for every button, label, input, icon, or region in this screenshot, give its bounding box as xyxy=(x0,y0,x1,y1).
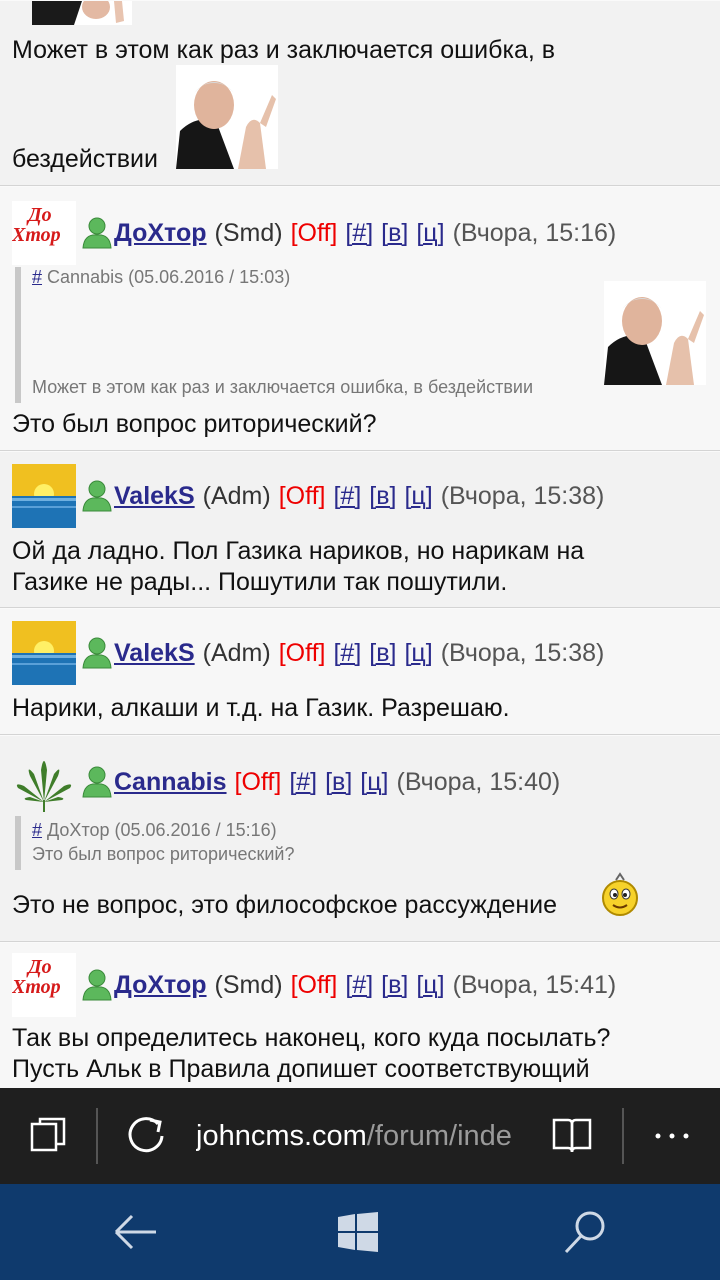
zhirinovsky-image xyxy=(176,65,278,169)
user-avatar: До Хтор xyxy=(12,953,76,1017)
status-off: [Off] xyxy=(234,767,282,796)
reading-view-icon[interactable] xyxy=(550,1116,594,1156)
user-icon xyxy=(82,766,112,798)
forum-feed[interactable]: Может в этом как раз и заключается ошибк… xyxy=(0,0,720,1088)
forum-post: ValekS (Adm) [Off] [#] [в] [ц] (Вчора, 1… xyxy=(0,608,720,735)
user-nick-link[interactable]: ValekS xyxy=(114,639,195,668)
address-bar[interactable]: johncms.com/forum/inde xyxy=(196,1112,526,1160)
quote-header: # ДоХтор (05.06.2016 / 15:16) xyxy=(32,820,277,841)
system-navigation-bar xyxy=(0,1184,720,1280)
post-anchor-link[interactable]: [#] xyxy=(345,971,373,1000)
user-icon xyxy=(82,480,112,512)
user-role: (Adm) xyxy=(202,481,271,510)
quote-author: Cannabis (05.06.2016 / 15:03) xyxy=(47,267,291,287)
back-icon[interactable] xyxy=(112,1212,160,1252)
forum-post: До Хтор ДоХтор (Smd) [Off] [#] [в] [ц] (… xyxy=(0,186,720,451)
quote-link[interactable]: [ц] xyxy=(416,219,444,248)
url-path: /forum/inde xyxy=(366,1120,512,1152)
post-time: (Вчора, 15:41) xyxy=(452,970,617,999)
search-icon[interactable] xyxy=(562,1208,608,1256)
avatar-text: До xyxy=(28,956,52,978)
post-anchor-link[interactable]: [#] xyxy=(289,768,317,797)
forum-post: ValekS (Adm) [Off] [#] [в] [ц] (Вчора, 1… xyxy=(0,451,720,608)
status-off: [Off] xyxy=(278,481,326,510)
post-message-line: Пусть Альк в Правила допишет соответству… xyxy=(12,1055,590,1083)
smiley-icon xyxy=(602,872,638,916)
zhirinovsky-image xyxy=(604,281,706,385)
post-time: (Вчора, 15:40) xyxy=(396,767,561,796)
user-icon xyxy=(82,969,112,1001)
more-icon[interactable] xyxy=(652,1128,692,1144)
avatar-text: До xyxy=(28,204,52,226)
post-message: Нарики, алкаши и т.д. на Газик. Разрешаю… xyxy=(12,694,510,722)
status-off: [Off] xyxy=(290,970,338,999)
reply-link[interactable]: [в] xyxy=(369,639,396,668)
status-off: [Off] xyxy=(278,638,326,667)
thumbnail-image xyxy=(32,1,132,25)
post-header: Cannabis [Off] [#] [в] [ц] (Вчора, 15:40… xyxy=(12,750,560,814)
user-icon xyxy=(82,637,112,669)
user-role: (Smd) xyxy=(214,970,283,999)
user-role: (Adm) xyxy=(202,638,271,667)
quote-anchor-link[interactable]: # xyxy=(32,820,42,840)
quote-block: # ДоХтор (05.06.2016 / 15:16) Это был во… xyxy=(15,816,632,870)
post-time: (Вчора, 15:38) xyxy=(440,481,605,510)
url-host: johncms.com xyxy=(196,1120,367,1152)
quote-link[interactable]: [ц] xyxy=(404,639,432,668)
toolbar-separator xyxy=(622,1108,624,1164)
user-nick-link[interactable]: ДоХтор xyxy=(114,971,207,1000)
quote-link[interactable]: [ц] xyxy=(416,971,444,1000)
forum-post: До Хтор ДоХтор (Smd) [Off] [#] [в] [ц] (… xyxy=(0,942,720,1088)
forum-post: Cannabis [Off] [#] [в] [ц] (Вчора, 15:40… xyxy=(0,735,720,942)
browser-toolbar: johncms.com/forum/inde xyxy=(0,1088,720,1184)
avatar-text: Хтор xyxy=(12,224,61,246)
reply-link[interactable]: [в] xyxy=(325,768,352,797)
user-avatar xyxy=(12,464,76,528)
post-message: Это не вопрос, это философское рассужден… xyxy=(12,891,558,919)
reply-link[interactable]: [в] xyxy=(381,971,408,1000)
post-message-line: Может в этом как раз и заключается ошибк… xyxy=(12,36,556,64)
post-message-line: Так вы определитесь наконец, кого куда п… xyxy=(12,1024,611,1052)
windows-start-icon[interactable] xyxy=(338,1212,378,1252)
post-message-line: Газике не рады... Пошутили так пошутили. xyxy=(12,568,508,596)
forum-post: Может в этом как раз и заключается ошибк… xyxy=(0,0,720,186)
post-time: (Вчора, 15:38) xyxy=(440,638,605,667)
quote-anchor-link[interactable]: # xyxy=(32,267,42,287)
post-header: ValekS (Adm) [Off] [#] [в] [ц] (Вчора, 1… xyxy=(12,464,604,528)
quote-header: # Cannabis (05.06.2016 / 15:03) xyxy=(32,267,290,288)
post-message-line: Ой да ладно. Пол Газика нариков, но нари… xyxy=(12,537,585,565)
post-message: Это был вопрос риторический? xyxy=(12,410,377,438)
refresh-icon[interactable] xyxy=(124,1114,168,1158)
post-anchor-link[interactable]: [#] xyxy=(345,219,373,248)
user-nick-link[interactable]: ValekS xyxy=(114,482,195,511)
post-message-line: бездействии xyxy=(12,145,158,173)
user-role: (Smd) xyxy=(214,218,283,247)
quote-text: Может в этом как раз и заключается ошибк… xyxy=(32,377,534,397)
user-avatar xyxy=(12,621,76,685)
quote-text: Это был вопрос риторический? xyxy=(32,844,295,864)
post-anchor-link[interactable]: [#] xyxy=(333,482,361,511)
quote-link[interactable]: [ц] xyxy=(360,768,388,797)
post-header: До Хтор ДоХтор (Smd) [Off] [#] [в] [ц] (… xyxy=(12,953,616,1017)
user-nick-link[interactable]: Cannabis xyxy=(114,768,227,797)
tabs-icon[interactable] xyxy=(28,1116,68,1156)
quote-block: # Cannabis (05.06.2016 / 15:03) Может в … xyxy=(15,267,720,403)
quote-author: ДоХтор (05.06.2016 / 15:16) xyxy=(47,820,277,840)
cannabis-leaf-icon xyxy=(16,761,72,812)
user-icon xyxy=(82,217,112,249)
reply-link[interactable]: [в] xyxy=(381,219,408,248)
avatar-text: Хтор xyxy=(12,976,61,998)
user-nick-link[interactable]: ДоХтор xyxy=(114,219,207,248)
reply-link[interactable]: [в] xyxy=(369,482,396,511)
quote-link[interactable]: [ц] xyxy=(404,482,432,511)
post-header: ValekS (Adm) [Off] [#] [в] [ц] (Вчора, 1… xyxy=(12,621,604,685)
post-header: До Хтор ДоХтор (Smd) [Off] [#] [в] [ц] (… xyxy=(12,201,616,265)
status-off: [Off] xyxy=(290,218,338,247)
user-avatar: До Хтор xyxy=(12,201,76,265)
post-time: (Вчора, 15:16) xyxy=(452,218,617,247)
toolbar-separator xyxy=(96,1108,98,1164)
post-anchor-link[interactable]: [#] xyxy=(333,639,361,668)
